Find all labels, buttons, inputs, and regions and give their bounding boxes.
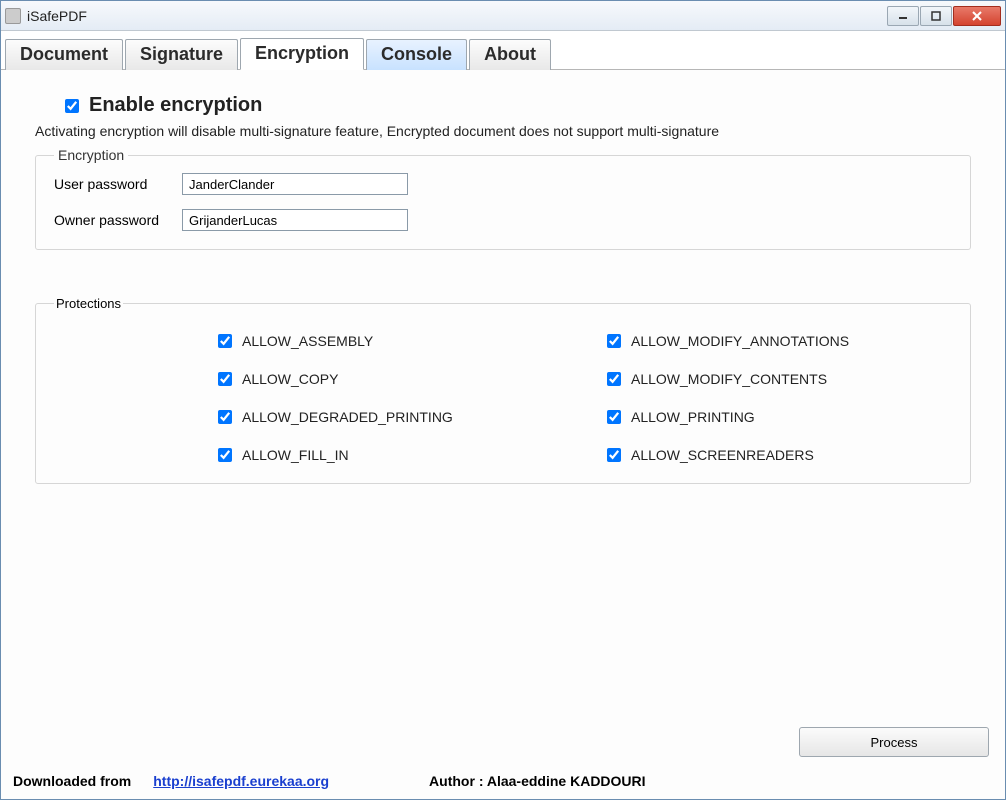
- protection-allow_fill_in[interactable]: ALLOW_FILL_IN: [214, 445, 563, 465]
- titlebar: iSafePDF: [1, 1, 1005, 31]
- protection-allow_assembly[interactable]: ALLOW_ASSEMBLY: [214, 331, 563, 351]
- user-password-input[interactable]: [182, 173, 408, 195]
- protection-checkbox-allow_modify_contents[interactable]: [607, 372, 621, 386]
- window-title: iSafePDF: [27, 8, 887, 24]
- tab-document[interactable]: Document: [5, 39, 123, 70]
- protection-checkbox-allow_copy[interactable]: [218, 372, 232, 386]
- app-window: iSafePDF DocumentSignatureEncryptionCons…: [0, 0, 1006, 800]
- tabstrip: DocumentSignatureEncryptionConsoleAbout: [1, 31, 1005, 70]
- protections-group: Protections ALLOW_ASSEMBLY ALLOW_MODIFY_A…: [35, 296, 971, 484]
- protection-checkbox-allow_printing[interactable]: [607, 410, 621, 424]
- minimize-icon: [898, 11, 908, 21]
- protection-label: ALLOW_MODIFY_CONTENTS: [631, 371, 827, 387]
- owner-password-input[interactable]: [182, 209, 408, 231]
- protection-label: ALLOW_FILL_IN: [242, 447, 349, 463]
- tab-about[interactable]: About: [469, 39, 551, 70]
- protection-label: ALLOW_MODIFY_ANNOTATIONS: [631, 333, 849, 349]
- author-label: Author : Alaa-eddine KADDOURI: [429, 773, 646, 789]
- owner-password-row: Owner password: [54, 209, 952, 231]
- tab-encryption[interactable]: Encryption: [240, 38, 364, 70]
- tab-signature[interactable]: Signature: [125, 39, 238, 70]
- encryption-legend: Encryption: [54, 147, 128, 163]
- protection-allow_modify_annotations[interactable]: ALLOW_MODIFY_ANNOTATIONS: [603, 331, 952, 351]
- protection-label: ALLOW_SCREENREADERS: [631, 447, 814, 463]
- user-password-row: User password: [54, 173, 952, 195]
- protections-legend: Protections: [54, 296, 123, 311]
- app-icon: [5, 8, 21, 24]
- protection-allow_screenreaders[interactable]: ALLOW_SCREENREADERS: [603, 445, 952, 465]
- protection-checkbox-allow_degraded_printing[interactable]: [218, 410, 232, 424]
- protection-checkbox-allow_screenreaders[interactable]: [607, 448, 621, 462]
- client-area: DocumentSignatureEncryptionConsoleAbout …: [1, 31, 1005, 799]
- process-button[interactable]: Process: [799, 727, 989, 757]
- download-link[interactable]: http://isafepdf.eurekaa.org: [153, 773, 329, 789]
- process-row: Process: [1, 727, 1005, 767]
- protection-label: ALLOW_COPY: [242, 371, 338, 387]
- close-icon: [971, 11, 983, 21]
- tab-content-encryption: Enable encryption Activating encryption …: [1, 70, 1005, 727]
- protection-label: ALLOW_DEGRADED_PRINTING: [242, 409, 453, 425]
- maximize-icon: [931, 11, 941, 21]
- owner-password-label: Owner password: [54, 212, 182, 228]
- minimize-button[interactable]: [887, 6, 919, 26]
- encryption-note: Activating encryption will disable multi…: [35, 123, 971, 139]
- close-button[interactable]: [953, 6, 1001, 26]
- tab-console[interactable]: Console: [366, 39, 467, 70]
- protection-label: ALLOW_PRINTING: [631, 409, 755, 425]
- enable-encryption-row: Enable encryption: [61, 94, 971, 117]
- encryption-group: Encryption User password Owner password: [35, 147, 971, 250]
- protection-checkbox-allow_fill_in[interactable]: [218, 448, 232, 462]
- protection-allow_degraded_printing[interactable]: ALLOW_DEGRADED_PRINTING: [214, 407, 563, 427]
- enable-encryption-checkbox[interactable]: [65, 99, 79, 113]
- window-controls: [887, 6, 1001, 26]
- protection-checkbox-allow_modify_annotations[interactable]: [607, 334, 621, 348]
- protection-allow_modify_contents[interactable]: ALLOW_MODIFY_CONTENTS: [603, 369, 952, 389]
- maximize-button[interactable]: [920, 6, 952, 26]
- protection-allow_printing[interactable]: ALLOW_PRINTING: [603, 407, 952, 427]
- user-password-label: User password: [54, 176, 182, 192]
- enable-encryption-label[interactable]: Enable encryption: [89, 94, 262, 117]
- footer-bar: Downloaded from http://isafepdf.eurekaa.…: [1, 767, 1005, 799]
- protection-label: ALLOW_ASSEMBLY: [242, 333, 373, 349]
- protection-checkbox-allow_assembly[interactable]: [218, 334, 232, 348]
- protection-allow_copy[interactable]: ALLOW_COPY: [214, 369, 563, 389]
- protections-grid: ALLOW_ASSEMBLY ALLOW_MODIFY_ANNOTATIONS AL…: [214, 331, 952, 465]
- downloaded-from-label: Downloaded from: [13, 773, 131, 789]
